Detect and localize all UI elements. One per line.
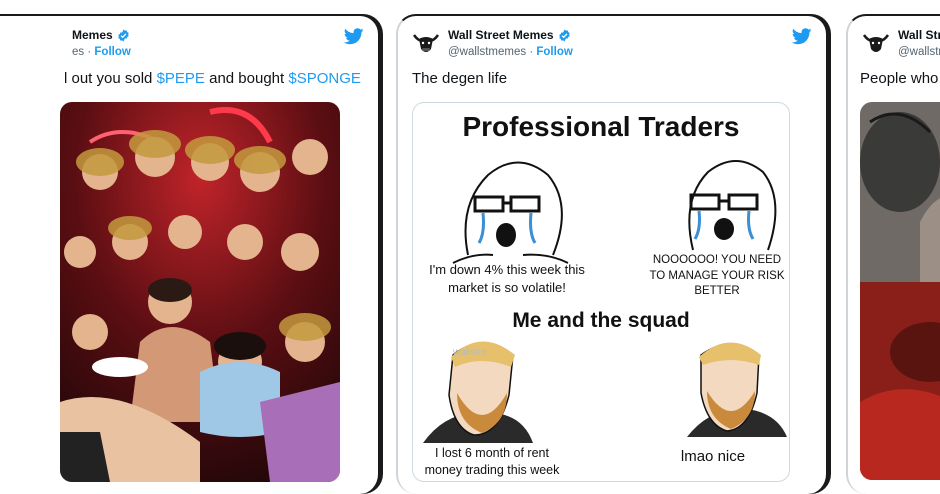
movie-still-photo: [860, 102, 940, 480]
tweet-meme-image[interactable]: Professional Traders I'm down 4% this we…: [412, 102, 790, 482]
svg-text:wallstre: wallstre: [452, 347, 487, 358]
party-photo: [60, 102, 340, 482]
tweet-header: Wall Stre @wallstr: [862, 26, 940, 66]
tweet-header: Wall Street Memes @wallstmemes · Follow: [412, 26, 812, 66]
tweet-text: The degen life: [412, 70, 508, 87]
cashtag-pepe[interactable]: $PEPE: [157, 70, 205, 87]
tweet-text: People who l: [860, 70, 940, 87]
verified-badge-icon: [117, 29, 129, 41]
twitter-bird-icon[interactable]: [792, 28, 812, 45]
caption-bottom-left: I lost 6 month of rent money trading thi…: [424, 446, 560, 477]
bull-logo-avatar[interactable]: [862, 30, 890, 58]
nordic-gamer-left: wallstre: [423, 341, 533, 443]
author-name[interactable]: Memes: [72, 28, 113, 42]
tweet-card-3[interactable]: Wall Stre @wallstr People who l: [846, 14, 940, 494]
caption-top-right: NOOOOOO! YOU NEED TO MANAGE YOUR RISK BE…: [649, 254, 785, 298]
twitter-bird-icon[interactable]: [344, 28, 364, 45]
caption-bottom-right: lmao nice: [680, 448, 746, 465]
verified-badge-icon: [558, 29, 570, 41]
tweet-photo[interactable]: [860, 102, 940, 480]
author-name[interactable]: Wall Stre: [898, 28, 940, 42]
author-names: Wall Street Memes @wallstmemes · Follow: [448, 28, 573, 58]
bull-logo-avatar[interactable]: [412, 30, 440, 58]
author-names: Wall Stre @wallstr: [898, 28, 940, 58]
meme-title-bottom: Me and the squad: [512, 309, 690, 332]
crying-wojak-right: [688, 160, 777, 251]
nordic-gamer-right: [687, 342, 787, 437]
author-handle[interactable]: @wallstmemes: [448, 46, 526, 58]
tweet-card-1[interactable]: Memes es · Follow l out you sold $PEPE a…: [0, 14, 380, 494]
crying-wojak-left: [452, 161, 569, 264]
author-handle[interactable]: @wallstr: [898, 46, 940, 58]
cashtag-sponge[interactable]: $SPONGE: [288, 70, 361, 87]
author-name[interactable]: Wall Street Memes: [448, 28, 554, 42]
tweet-photo-party[interactable]: [60, 102, 340, 482]
tweet-card-2[interactable]: Wall Street Memes @wallstmemes · Follow …: [396, 14, 828, 494]
follow-link[interactable]: Follow: [94, 46, 130, 58]
author-handle[interactable]: es: [72, 46, 84, 58]
meme-title-top: Professional Traders: [462, 111, 740, 142]
tweet-text: l out you sold $PEPE and bought $SPONGE: [64, 70, 361, 87]
follow-link[interactable]: Follow: [536, 46, 572, 58]
tweet-header: Memes es · Follow: [72, 26, 364, 66]
author-names: Memes es · Follow: [72, 28, 131, 58]
caption-top-left: I'm down 4% this week this market is so …: [429, 262, 585, 295]
